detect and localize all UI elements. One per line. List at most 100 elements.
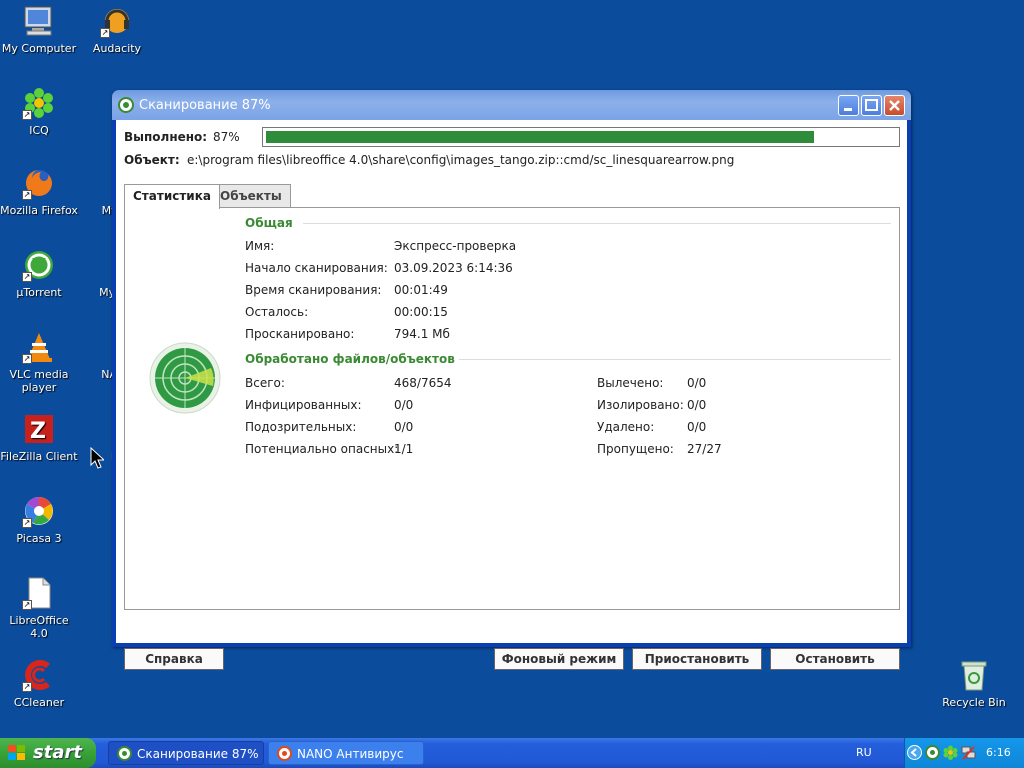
clock[interactable]: 6:16 (986, 746, 1011, 759)
desktop-icon-label: Recycle Bin (942, 696, 1006, 709)
system-tray: 6:16 (904, 738, 1024, 768)
desktop-icon-label: My Computer (1, 42, 77, 55)
nano-antivirus-tray-icon[interactable] (925, 745, 940, 760)
scan-progress-bar (262, 127, 900, 147)
window-titlebar[interactable]: Сканирование 87% (112, 90, 911, 120)
stat-label: Пропущено: (597, 442, 674, 456)
shortcut-arrow-icon: ↗ (22, 518, 32, 528)
stat-value: 1/1 (394, 442, 414, 456)
desktop-icon-label: LibreOffice 4.0 (9, 614, 69, 640)
stat-label: Всего: (245, 376, 285, 390)
help-button[interactable]: Справка (124, 648, 224, 670)
taskbar-item-scan[interactable]: Сканирование 87% (108, 741, 264, 765)
language-indicator[interactable]: RU (856, 746, 872, 759)
tab-statistics[interactable]: Статистика (124, 184, 220, 209)
shortcut-arrow-icon: ↗ (22, 110, 32, 120)
desktop-icon-my-computer[interactable]: My Computer (0, 4, 78, 55)
processed-section-title: Обработано файлов/объектов (245, 352, 455, 366)
stat-label: Вылечено: (597, 376, 664, 390)
stat-label: Подозрительных: (245, 420, 357, 434)
nano-antivirus-icon (117, 746, 132, 761)
shortcut-arrow-icon: ↗ (22, 682, 32, 692)
desktop-icon-libreoffice[interactable]: ↗ LibreOffice 4.0 (0, 576, 78, 640)
desktop-icon-label: CCleaner (13, 696, 65, 709)
stat-label: Потенциально опасных: (245, 442, 399, 456)
stat-value: Экспресс-проверка (394, 239, 517, 253)
desktop-icon-label: FileZilla Client (0, 450, 78, 463)
desktop-icon-label: Audacity (92, 42, 142, 55)
audacity-icon: ↗ (100, 4, 134, 38)
close-icon (889, 100, 900, 111)
windows-flag-icon (8, 745, 25, 760)
stat-label: Начало сканирования: (245, 261, 388, 275)
stat-label: Инфицированных: (245, 398, 362, 412)
shortcut-arrow-icon: ↗ (22, 190, 32, 200)
stat-value: 00:01:49 (394, 283, 448, 297)
show-hidden-icons-icon[interactable] (907, 745, 922, 760)
vlc-cone-icon: ↗ (22, 330, 56, 364)
desktop-icon-label: Mozilla Firefox (0, 204, 78, 217)
stat-value: 03.09.2023 6:14:36 (394, 261, 513, 275)
stat-label: Просканировано: (245, 327, 355, 341)
done-label: Выполнено: (124, 130, 208, 144)
progress-fill (266, 131, 814, 143)
stat-label: Имя: (245, 239, 275, 253)
mouse-cursor-icon (90, 447, 104, 469)
firefox-icon: ↗ (22, 166, 56, 200)
maximize-icon (865, 99, 878, 111)
stop-button[interactable]: Остановить (770, 648, 900, 670)
shortcut-arrow-icon: ↗ (22, 354, 32, 364)
start-button[interactable]: start (0, 738, 96, 768)
utorrent-icon: ↗ (22, 248, 56, 282)
taskbar-item-label: Сканирование 87% (137, 747, 259, 761)
done-value: 87% (213, 130, 240, 144)
stat-value: 0/0 (687, 398, 707, 412)
stat-value: 0/0 (687, 376, 707, 390)
radar-icon (149, 342, 221, 414)
shortcut-arrow-icon: ↗ (22, 600, 32, 610)
nano-antivirus-icon (118, 97, 134, 113)
stat-value: 0/0 (394, 398, 414, 412)
icq-tray-icon[interactable] (943, 745, 958, 760)
window-title: Сканирование 87% (139, 98, 271, 113)
object-path: e:\program files\libreoffice 4.0\share\c… (187, 153, 735, 167)
desktop-icon-label: µTorrent (16, 286, 62, 299)
stat-value: 0/0 (394, 420, 414, 434)
desktop-icon-vlc[interactable]: ↗ VLC media player (0, 330, 78, 394)
stat-value: 468/7654 (394, 376, 452, 390)
section-separator (459, 359, 891, 360)
stat-value: 794.1 Мб (394, 327, 450, 341)
statistics-panel: Общая Имя: Экспресс-проверка Начало скан… (124, 207, 900, 610)
stat-value: 27/27 (687, 442, 722, 456)
desktop-icon-audacity[interactable]: ↗ Audacity (78, 4, 156, 55)
svg-text:Z: Z (30, 419, 46, 444)
general-section-title: Общая (245, 216, 293, 230)
tab-objects[interactable]: Объекты (211, 184, 291, 208)
icq-flower-icon: ↗ (22, 86, 56, 120)
taskbar-item-nano[interactable]: NANO Антивирус (268, 741, 424, 765)
desktop-icon-picasa[interactable]: ↗ Picasa 3 (0, 494, 78, 545)
desktop-icon-label: Picasa 3 (16, 532, 62, 545)
desktop-icon-recycle-bin[interactable]: Recycle Bin (935, 658, 1013, 709)
stat-label: Осталось: (245, 305, 309, 319)
recycle-bin-icon (957, 658, 991, 692)
maximize-button[interactable] (861, 95, 882, 116)
background-mode-button[interactable]: Фоновый режим (494, 648, 624, 670)
nano-antivirus-icon (277, 746, 292, 761)
desktop-icon-filezilla[interactable]: Z FileZilla Client (0, 412, 78, 463)
stat-value: 00:00:15 (394, 305, 448, 319)
ccleaner-icon: ↗ (22, 658, 56, 692)
desktop-icon-icq[interactable]: ↗ ICQ (0, 86, 78, 137)
object-label: Объект: (124, 153, 180, 167)
section-separator (303, 223, 891, 224)
network-tray-icon[interactable] (961, 745, 976, 760)
desktop-icon-firefox[interactable]: ↗ Mozilla Firefox (0, 166, 78, 217)
minimize-button[interactable] (838, 95, 859, 116)
desktop-icon-ccleaner[interactable]: ↗ CCleaner (0, 658, 78, 709)
pause-button[interactable]: Приостановить (632, 648, 762, 670)
filezilla-icon: Z (22, 412, 56, 446)
minimize-icon (844, 108, 852, 111)
desktop-icon-utorrent[interactable]: ↗ µTorrent (0, 248, 78, 299)
close-button[interactable] (884, 95, 905, 116)
libreoffice-document-icon: ↗ (22, 576, 56, 610)
